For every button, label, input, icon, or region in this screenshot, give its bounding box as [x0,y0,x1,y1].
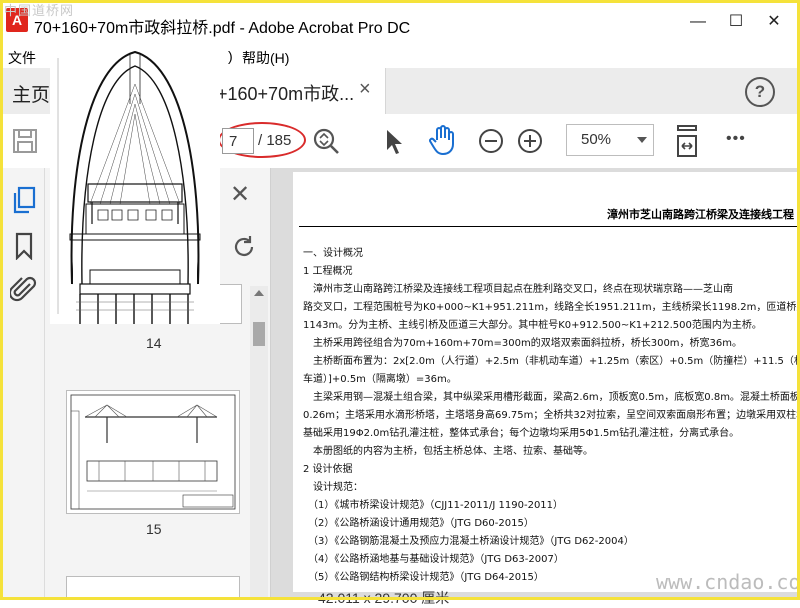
doc-line: （2）《公路桥涵设计通用规范》（JTG D60-2015） [303,518,534,529]
doc-header-rule [299,226,800,227]
tab-document[interactable]: +160+70m市政... × [200,68,386,114]
doc-line: （1）《城市桥梁设计规范》（CJJ11-2011/J 1190-2011） [303,500,564,511]
doc-line: 路交叉口，工程范围桩号为K0+000~K1+951.211m，线路全长1951.… [303,302,800,313]
tab-home[interactable]: 主页 [12,80,50,107]
select-arrow-icon[interactable] [384,128,406,161]
doc-line: 基础采用19Φ2.0m钻孔灌注桩，整体式承台；每个边墩均采用5Φ1.5m钻孔灌注… [303,428,740,439]
scrollbar-thumb[interactable] [253,322,265,346]
doc-line: 漳州市芝山南路跨江桥梁及连接线工程项目起点在胜利路交叉口，终点在现状瑞京路——芝… [303,284,733,295]
page-thumbnails-icon[interactable] [12,186,36,219]
attachments-icon[interactable] [8,274,38,309]
doc-line: 1143m。分为主桥、主线引桥及匝道三大部分。其中桩号K0+912.500~K1… [303,320,762,331]
doc-line: 车道）]+0.5m（隔离墩）=36m。 [303,374,457,385]
thumbnail-page-16[interactable] [66,576,240,600]
doc-line: 主桥断面布置为：2x[2.0m（人行道）+2.5m（非机动车道）+1.25m（索… [303,356,800,367]
thumbnail-label: 14 [146,335,162,351]
watermark-bottom: www.cndao.com [656,570,800,594]
doc-line: 本册图纸的内容为主桥，包括主桥总体、主塔、拉索、基础等。 [303,446,593,457]
doc-line: 主桥采用跨径组合为70m+160m+70m=300m的双塔双索面斜拉桥，桥长30… [303,338,743,349]
thumbnail-page-15[interactable] [66,390,240,514]
save-icon[interactable] [12,128,38,159]
zoom-marquee-icon[interactable] [312,127,340,160]
doc-line: （5）《公路钢结构桥梁设计规范》（JTG D64-2015） [303,572,544,583]
window-title: 70+160+70m市政斜拉桥.pdf - Adobe Acrobat Pro … [34,20,411,37]
close-panel-icon[interactable]: ✕ [230,180,250,209]
doc-line: 一、设计概况 [303,248,363,259]
zoom-out-icon[interactable] [478,128,504,159]
doc-line: 设计规范： [303,482,363,493]
fit-page-icon[interactable] [674,124,700,163]
hand-tool-icon[interactable] [428,124,458,161]
scroll-up-icon[interactable] [254,290,264,296]
doc-line: 主梁采用钢—混凝土组合梁，其中纵梁采用槽形截面，梁高2.6m，顶板宽0.5m，底… [303,392,800,403]
menu-view-partial[interactable]: ) [228,48,233,64]
maximize-button[interactable]: ☐ [720,10,752,34]
doc-line: 2 设计依据 [303,464,353,475]
thumbnail-page-14-edge[interactable] [218,284,242,324]
page-size-status: 42.011 x 29.700 厘米 [318,590,450,606]
rotate-icon[interactable] [230,233,258,266]
close-window-button[interactable]: ✕ [758,10,790,34]
zoom-value: 50% [581,131,612,148]
chevron-down-icon [637,137,647,143]
page-number-input[interactable]: 7 [222,128,254,154]
help-icon[interactable]: ? [745,77,775,107]
page-total: / 185 [258,132,292,149]
title-bar: A 中国道桥网 70+160+70m市政斜拉桥.pdf - Adobe Acro… [0,0,800,44]
menu-help[interactable]: 帮助(H) [242,48,289,68]
zoom-select[interactable]: 50% [566,124,654,156]
thumbnail-label: 15 [146,521,162,537]
thumbnail-scrollbar[interactable] [250,286,268,600]
menu-file[interactable]: 文件 [8,48,36,68]
bridge-tower-drawing [50,44,220,324]
doc-line: 0.26m；主塔采用水滴形桥塔，主塔塔身高69.75m；全桥共32对拉索，呈空间… [303,410,800,421]
document-page[interactable]: 漳州市芝山南路跨江桥梁及连接线工程 一、设计概况 1 工程概况 漳州市芝山南路跨… [293,172,800,592]
doc-line: 1 工程概况 [303,266,353,277]
doc-line: （4）《公路桥涵地基与基础设计规范》（JTG D63-2007） [303,554,564,565]
tab-document-label: +160+70m市政... [217,84,355,104]
tab-close-icon[interactable]: × [359,78,371,101]
zoom-in-icon[interactable] [517,128,543,159]
bookmarks-icon[interactable] [14,232,34,265]
doc-header-title: 漳州市芝山南路跨江桥梁及连接线工程 [607,209,794,221]
doc-line: （3）《公路钢筋混凝土及预应力混凝土桥涵设计规范》（JTG D62-2004） [303,536,634,547]
minimize-button[interactable]: — [682,10,714,34]
more-tools-icon[interactable]: ••• [726,130,746,148]
